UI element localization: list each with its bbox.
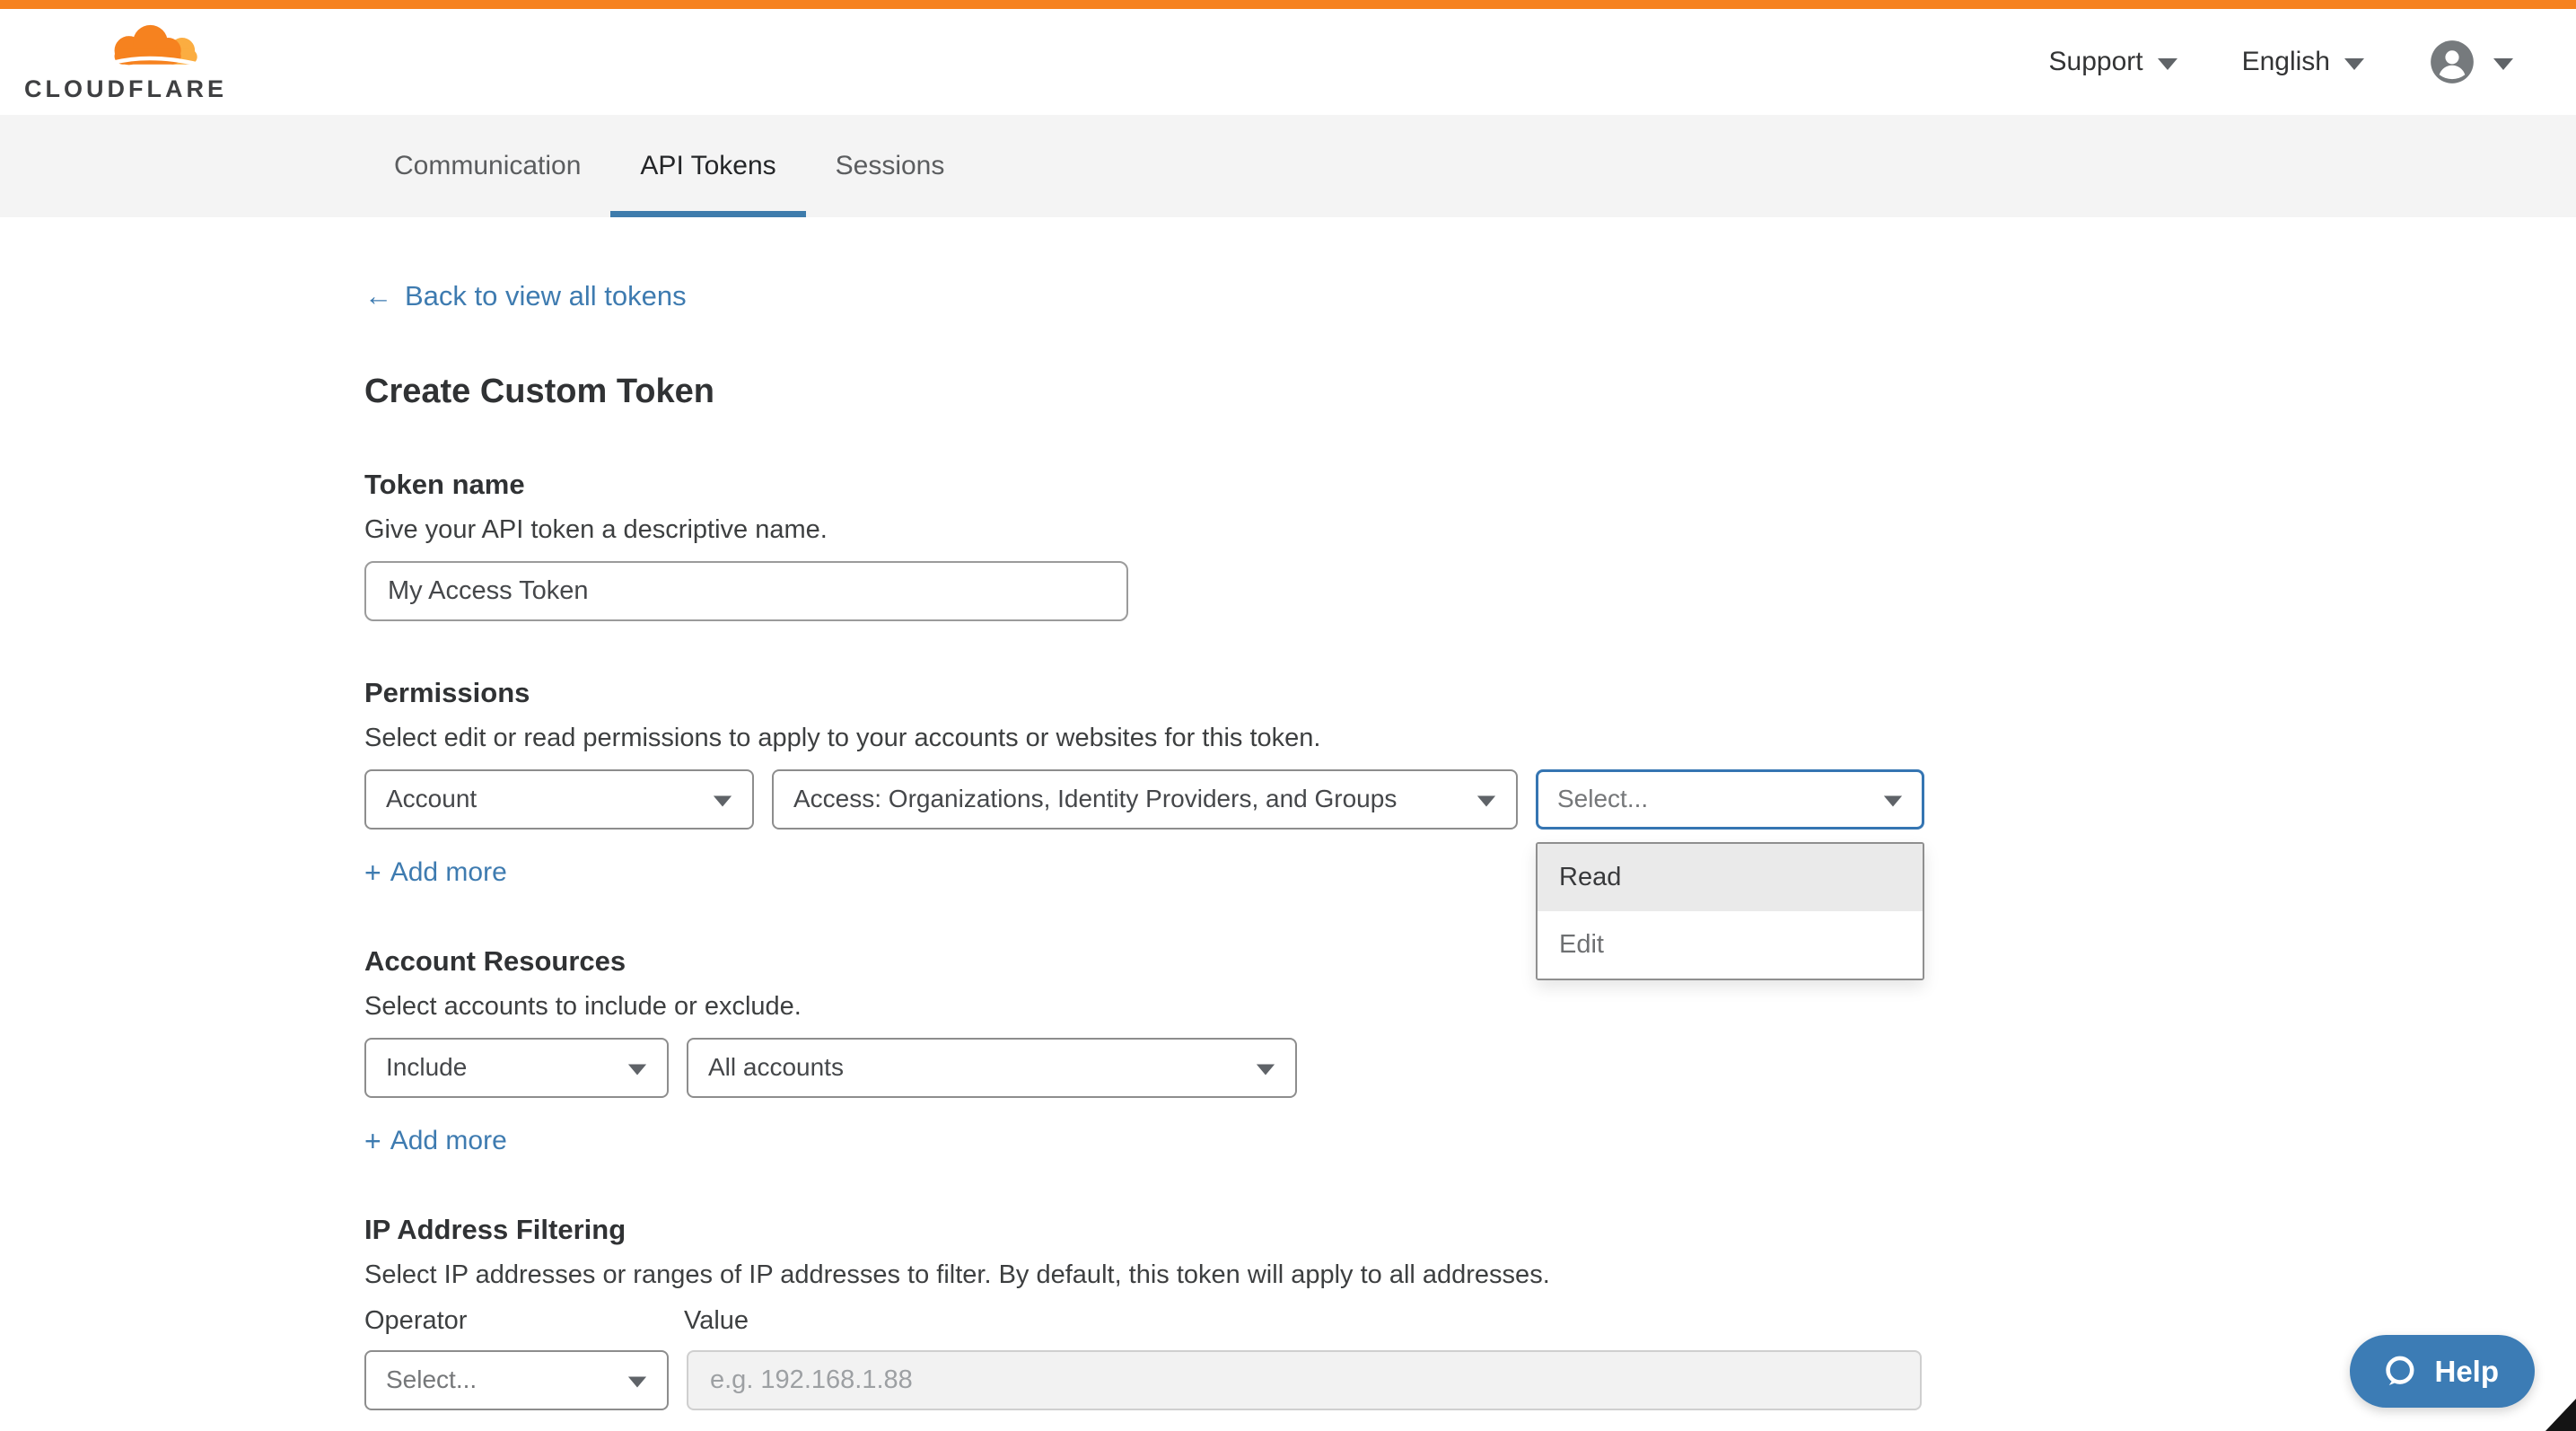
account-resources-description: Select accounts to include or exclude. bbox=[364, 992, 2576, 1022]
token-name-section: Token name Give your API token a descrip… bbox=[364, 469, 2576, 621]
add-more-label: Add more bbox=[390, 1126, 507, 1156]
token-name-description: Give your API token a descriptive name. bbox=[364, 515, 2576, 545]
profile-tabs: Communication API Tokens Sessions bbox=[0, 115, 2576, 217]
account-menu[interactable] bbox=[2429, 39, 2513, 85]
permission-scope-select[interactable]: Account bbox=[364, 769, 754, 830]
add-more-label: Add more bbox=[390, 857, 507, 888]
language-menu-label: English bbox=[2242, 47, 2330, 77]
ip-filtering-heading: IP Address Filtering bbox=[364, 1214, 2576, 1246]
main-content: ← Back to view all tokens Create Custom … bbox=[0, 217, 2576, 1410]
tab-sessions[interactable]: Sessions bbox=[806, 115, 975, 217]
access-dropdown-menu: Read Edit bbox=[1536, 842, 1924, 980]
permission-group-value: Access: Organizations, Identity Provider… bbox=[793, 785, 1397, 813]
permission-scope-value: Account bbox=[386, 785, 477, 813]
account-scope-value: All accounts bbox=[708, 1053, 844, 1082]
value-label: Value bbox=[684, 1306, 749, 1336]
account-mode-value: Include bbox=[386, 1053, 467, 1082]
account-resources-heading: Account Resources bbox=[364, 945, 2576, 978]
ip-operator-placeholder: Select... bbox=[386, 1365, 477, 1394]
chevron-down-icon bbox=[1884, 795, 1902, 806]
back-to-tokens-link[interactable]: ← Back to view all tokens bbox=[364, 280, 687, 312]
chevron-down-icon bbox=[1257, 1064, 1275, 1075]
token-name-input[interactable] bbox=[364, 561, 1128, 621]
ip-filtering-description: Select IP addresses or ranges of IP addr… bbox=[364, 1260, 2576, 1290]
ip-field-labels: Operator Value bbox=[364, 1306, 2576, 1336]
account-resources-section: Account Resources Select accounts to inc… bbox=[364, 945, 2576, 1158]
tab-api-tokens[interactable]: API Tokens bbox=[610, 115, 805, 217]
chevron-down-icon bbox=[2493, 58, 2513, 70]
account-resources-add-more-link[interactable]: + Add more bbox=[364, 1125, 507, 1158]
permission-access-select[interactable]: Select... bbox=[1536, 769, 1924, 830]
language-menu[interactable]: English bbox=[2242, 47, 2364, 77]
chevron-down-icon bbox=[714, 795, 732, 806]
ip-operator-select[interactable]: Select... bbox=[364, 1350, 669, 1410]
permission-access-select-wrap: Select... Read Edit bbox=[1536, 769, 1924, 830]
operator-label: Operator bbox=[364, 1306, 684, 1336]
plus-icon: + bbox=[364, 1125, 381, 1158]
ip-value-input bbox=[687, 1350, 1922, 1410]
chevron-down-icon bbox=[2158, 58, 2177, 70]
support-menu-label: Support bbox=[2049, 47, 2143, 77]
chevron-down-icon bbox=[2344, 58, 2364, 70]
app-header: CLOUDFLARE Support English bbox=[0, 9, 2576, 115]
permissions-heading: Permissions bbox=[364, 677, 2576, 709]
dropdown-option-edit[interactable]: Edit bbox=[1538, 911, 1923, 979]
account-resources-row: Include All accounts bbox=[364, 1038, 2576, 1098]
brand-accent-bar bbox=[0, 0, 2576, 9]
token-name-heading: Token name bbox=[364, 469, 2576, 501]
plus-icon: + bbox=[364, 856, 381, 890]
account-scope-select[interactable]: All accounts bbox=[687, 1038, 1297, 1098]
permissions-add-more-link[interactable]: + Add more bbox=[364, 856, 507, 890]
tab-communication[interactable]: Communication bbox=[364, 115, 610, 217]
ip-filtering-section: IP Address Filtering Select IP addresses… bbox=[364, 1214, 2576, 1410]
header-menus: Support English bbox=[2049, 39, 2513, 85]
permissions-row: Account Access: Organizations, Identity … bbox=[364, 769, 2576, 830]
chevron-down-icon bbox=[628, 1376, 646, 1387]
page-title: Create Custom Token bbox=[364, 372, 2576, 413]
chevron-down-icon bbox=[628, 1064, 646, 1075]
help-button[interactable]: Help bbox=[2350, 1335, 2535, 1408]
cloudflare-cloud-icon bbox=[94, 22, 206, 74]
mouse-cursor bbox=[2545, 1399, 2576, 1431]
dropdown-option-read[interactable]: Read bbox=[1538, 844, 1923, 911]
chevron-down-icon bbox=[1477, 795, 1495, 806]
cloudflare-wordmark: CLOUDFLARE bbox=[24, 75, 213, 103]
chat-bubble-icon bbox=[2380, 1353, 2418, 1391]
permission-group-select[interactable]: Access: Organizations, Identity Provider… bbox=[772, 769, 1518, 830]
permissions-description: Select edit or read permissions to apply… bbox=[364, 724, 2576, 753]
account-mode-select[interactable]: Include bbox=[364, 1038, 669, 1098]
help-button-label: Help bbox=[2434, 1355, 2499, 1389]
user-avatar-icon bbox=[2429, 39, 2475, 85]
back-link-label: Back to view all tokens bbox=[405, 280, 687, 312]
ip-filtering-row: Select... bbox=[364, 1350, 2576, 1410]
support-menu[interactable]: Support bbox=[2049, 47, 2177, 77]
permissions-section: Permissions Select edit or read permissi… bbox=[364, 677, 2576, 890]
left-arrow-icon: ← bbox=[364, 280, 392, 312]
cloudflare-logo[interactable]: CLOUDFLARE bbox=[24, 22, 213, 103]
permission-access-placeholder: Select... bbox=[1557, 785, 1648, 813]
